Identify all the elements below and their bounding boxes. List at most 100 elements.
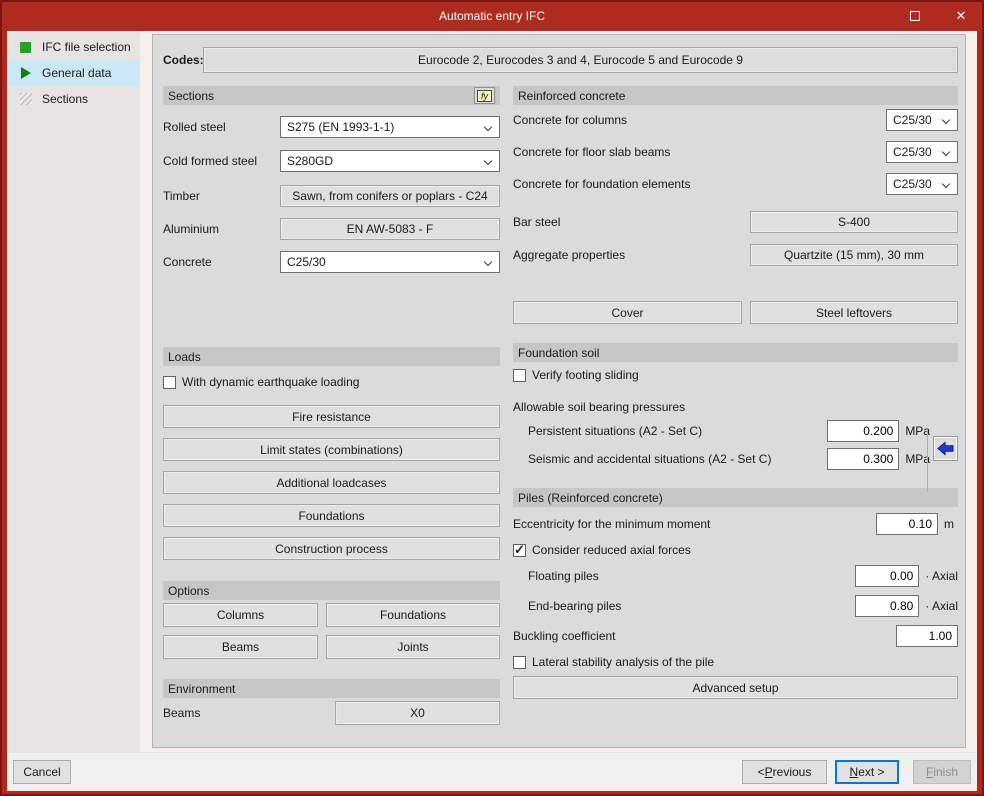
close-icon: ✕ <box>955 8 967 23</box>
cold-formed-steel-label: Cold formed steel <box>163 154 258 168</box>
finish-button[interactable]: Finish <box>913 760 971 784</box>
left-column: Sections fy Rolled steel S275 (EN 1993-1… <box>163 86 500 747</box>
reinforced-concrete-title: Reinforced concrete <box>518 88 626 103</box>
concrete-foundation-row: Concrete for foundation elements C25/30 <box>513 173 958 195</box>
chevron-down-icon <box>483 156 493 166</box>
limit-states-button[interactable]: Limit states (combinations) <box>163 438 500 461</box>
seismic-situations-label: Seismic and accidental situations (A2 - … <box>528 452 772 466</box>
persistent-pressure-input[interactable] <box>827 420 900 442</box>
end-bearing-piles-row: End-bearing piles · Axial <box>513 595 958 617</box>
window-title: Automatic entry IFC <box>438 8 546 23</box>
previous-button[interactable]: < Previous <box>742 760 827 784</box>
lateral-stability-label: Lateral stability analysis of the pile <box>532 655 715 669</box>
steel-leftovers-button[interactable]: Steel leftovers <box>750 301 958 324</box>
options-foundations-button[interactable]: Foundations <box>326 603 500 627</box>
close-button[interactable]: ✕ <box>938 0 984 31</box>
seismic-pressure-input[interactable] <box>827 448 900 470</box>
lateral-stability-checkbox-row: ✓ Lateral stability analysis of the pile <box>513 655 958 669</box>
fy-icon: fy <box>477 89 492 102</box>
buckling-input[interactable] <box>896 625 958 647</box>
options-beams-button[interactable]: Beams <box>163 635 318 659</box>
aluminium-label: Aluminium <box>163 222 220 236</box>
aluminium-row: Aluminium EN AW-5083 - F <box>163 218 500 240</box>
rolled-steel-value: S275 (EN 1993-1-1) <box>287 120 395 134</box>
floating-piles-input[interactable] <box>855 565 920 587</box>
concrete-foundation-select[interactable]: C25/30 <box>886 173 958 195</box>
cold-formed-steel-select[interactable]: S280GD <box>280 150 500 172</box>
finish-rest: inish <box>933 765 959 779</box>
rolled-steel-select[interactable]: S275 (EN 1993-1-1) <box>280 116 500 138</box>
options-joints-button[interactable]: Joints <box>326 635 500 659</box>
copy-values-button[interactable] <box>933 436 958 461</box>
concrete-select[interactable]: C25/30 <box>280 251 500 273</box>
advanced-setup-button[interactable]: Advanced setup <box>513 676 958 699</box>
panel-gutter: Codes: Eurocode 2, Eurocodes 3 and 4, Eu… <box>140 31 977 752</box>
timber-value-button[interactable]: Sawn, from conifers or poplars - C24 <box>280 185 500 207</box>
dynamic-earthquake-checkbox-row: ✓ With dynamic earthquake loading <box>163 375 500 389</box>
options-columns-button[interactable]: Columns <box>163 603 318 627</box>
concrete-floor-select[interactable]: C25/30 <box>886 141 958 163</box>
concrete-foundation-value: C25/30 <box>893 177 932 191</box>
concrete-floor-value: C25/30 <box>893 145 932 159</box>
aluminium-value-button[interactable]: EN AW-5083 - F <box>280 218 500 240</box>
chevron-down-icon <box>483 122 493 132</box>
previous-rest: revious <box>772 765 812 779</box>
cover-button[interactable]: Cover <box>513 301 742 324</box>
eccentricity-input[interactable] <box>876 513 938 535</box>
foundations-loads-button[interactable]: Foundations <box>163 504 500 527</box>
concrete-floor-label: Concrete for floor slab beams <box>513 145 671 159</box>
next-rest: ext > <box>858 765 885 779</box>
sidebar-item-label: IFC file selection <box>42 40 131 54</box>
maximize-button[interactable] <box>892 0 938 31</box>
construction-process-button[interactable]: Construction process <box>163 537 500 560</box>
finish-accel: F <box>925 765 934 779</box>
aggregate-button[interactable]: Quartzite (15 mm), 30 mm <box>750 244 958 266</box>
sections-group-title: Sections <box>168 88 215 103</box>
general-data-panel: Codes: Eurocode 2, Eurocodes 3 and 4, Eu… <box>152 34 966 748</box>
reduced-axial-checkbox[interactable]: ✓ <box>513 541 526 557</box>
loads-buttons: Fire resistance Limit states (combinatio… <box>163 405 500 560</box>
environment-beams-label: Beams <box>163 706 201 720</box>
check-icon: ✓ <box>514 541 525 557</box>
verify-footing-label: Verify footing sliding <box>532 368 639 382</box>
sidebar-item-ifc-file-selection[interactable]: IFC file selection <box>7 34 140 60</box>
rolled-steel-row: Rolled steel S275 (EN 1993-1-1) <box>163 116 500 138</box>
step-done-icon <box>18 40 33 55</box>
step-pending-icon <box>18 92 33 107</box>
titlebar-buttons: ✕ <box>892 0 984 31</box>
wizard-steps-sidebar: IFC file selection General data Sections <box>7 31 140 752</box>
bar-steel-button[interactable]: S-400 <box>750 211 958 233</box>
cancel-button[interactable]: Cancel <box>13 760 71 784</box>
sidebar-item-sections[interactable]: Sections <box>7 86 140 112</box>
dialog-footer: Cancel < Previous Next > Finish <box>7 752 977 791</box>
floating-piles-row: Floating piles · Axial <box>513 565 958 587</box>
environment-beams-button[interactable]: X0 <box>335 701 500 725</box>
material-properties-button[interactable]: fy <box>474 87 495 104</box>
buckling-label: Buckling coefficient <box>513 629 616 643</box>
next-button[interactable]: Next > <box>835 760 899 784</box>
additional-loadcases-button[interactable]: Additional loadcases <box>163 471 500 494</box>
fire-resistance-button[interactable]: Fire resistance <box>163 405 500 428</box>
verify-footing-checkbox[interactable]: ✓ <box>513 368 526 382</box>
eccentricity-label: Eccentricity for the minimum moment <box>513 517 711 531</box>
concrete-columns-select[interactable]: C25/30 <box>886 109 958 131</box>
timber-row: Timber Sawn, from conifers or poplars - … <box>163 185 500 207</box>
concrete-value: C25/30 <box>287 255 326 269</box>
eccentricity-row: Eccentricity for the minimum moment m <box>513 513 958 535</box>
rc-bottom-buttons: Cover Steel leftovers <box>513 301 958 324</box>
piles-group-header: Piles (Reinforced concrete) <box>513 488 958 507</box>
dynamic-earthquake-label: With dynamic earthquake loading <box>182 375 360 389</box>
verify-footing-checkbox-row: ✓ Verify footing sliding <box>513 368 958 382</box>
lateral-stability-checkbox[interactable]: ✓ <box>513 655 526 669</box>
sidebar-item-general-data[interactable]: General data <box>7 60 140 86</box>
concrete-row: Concrete C25/30 <box>163 251 500 273</box>
maximize-icon <box>910 11 920 21</box>
previous-prefix: < <box>757 765 765 779</box>
panel-columns: Sections fy Rolled steel S275 (EN 1993-1… <box>163 86 958 747</box>
end-bearing-piles-input[interactable] <box>855 595 920 617</box>
reinforced-concrete-group-header: Reinforced concrete <box>513 86 958 105</box>
codes-value-button[interactable]: Eurocode 2, Eurocodes 3 and 4, Eurocode … <box>203 47 958 73</box>
persistent-situations-label: Persistent situations (A2 - Set C) <box>528 424 703 438</box>
dynamic-earthquake-checkbox[interactable]: ✓ <box>163 375 176 389</box>
persistent-situations-row: Persistent situations (A2 - Set C) MPa <box>513 420 958 442</box>
